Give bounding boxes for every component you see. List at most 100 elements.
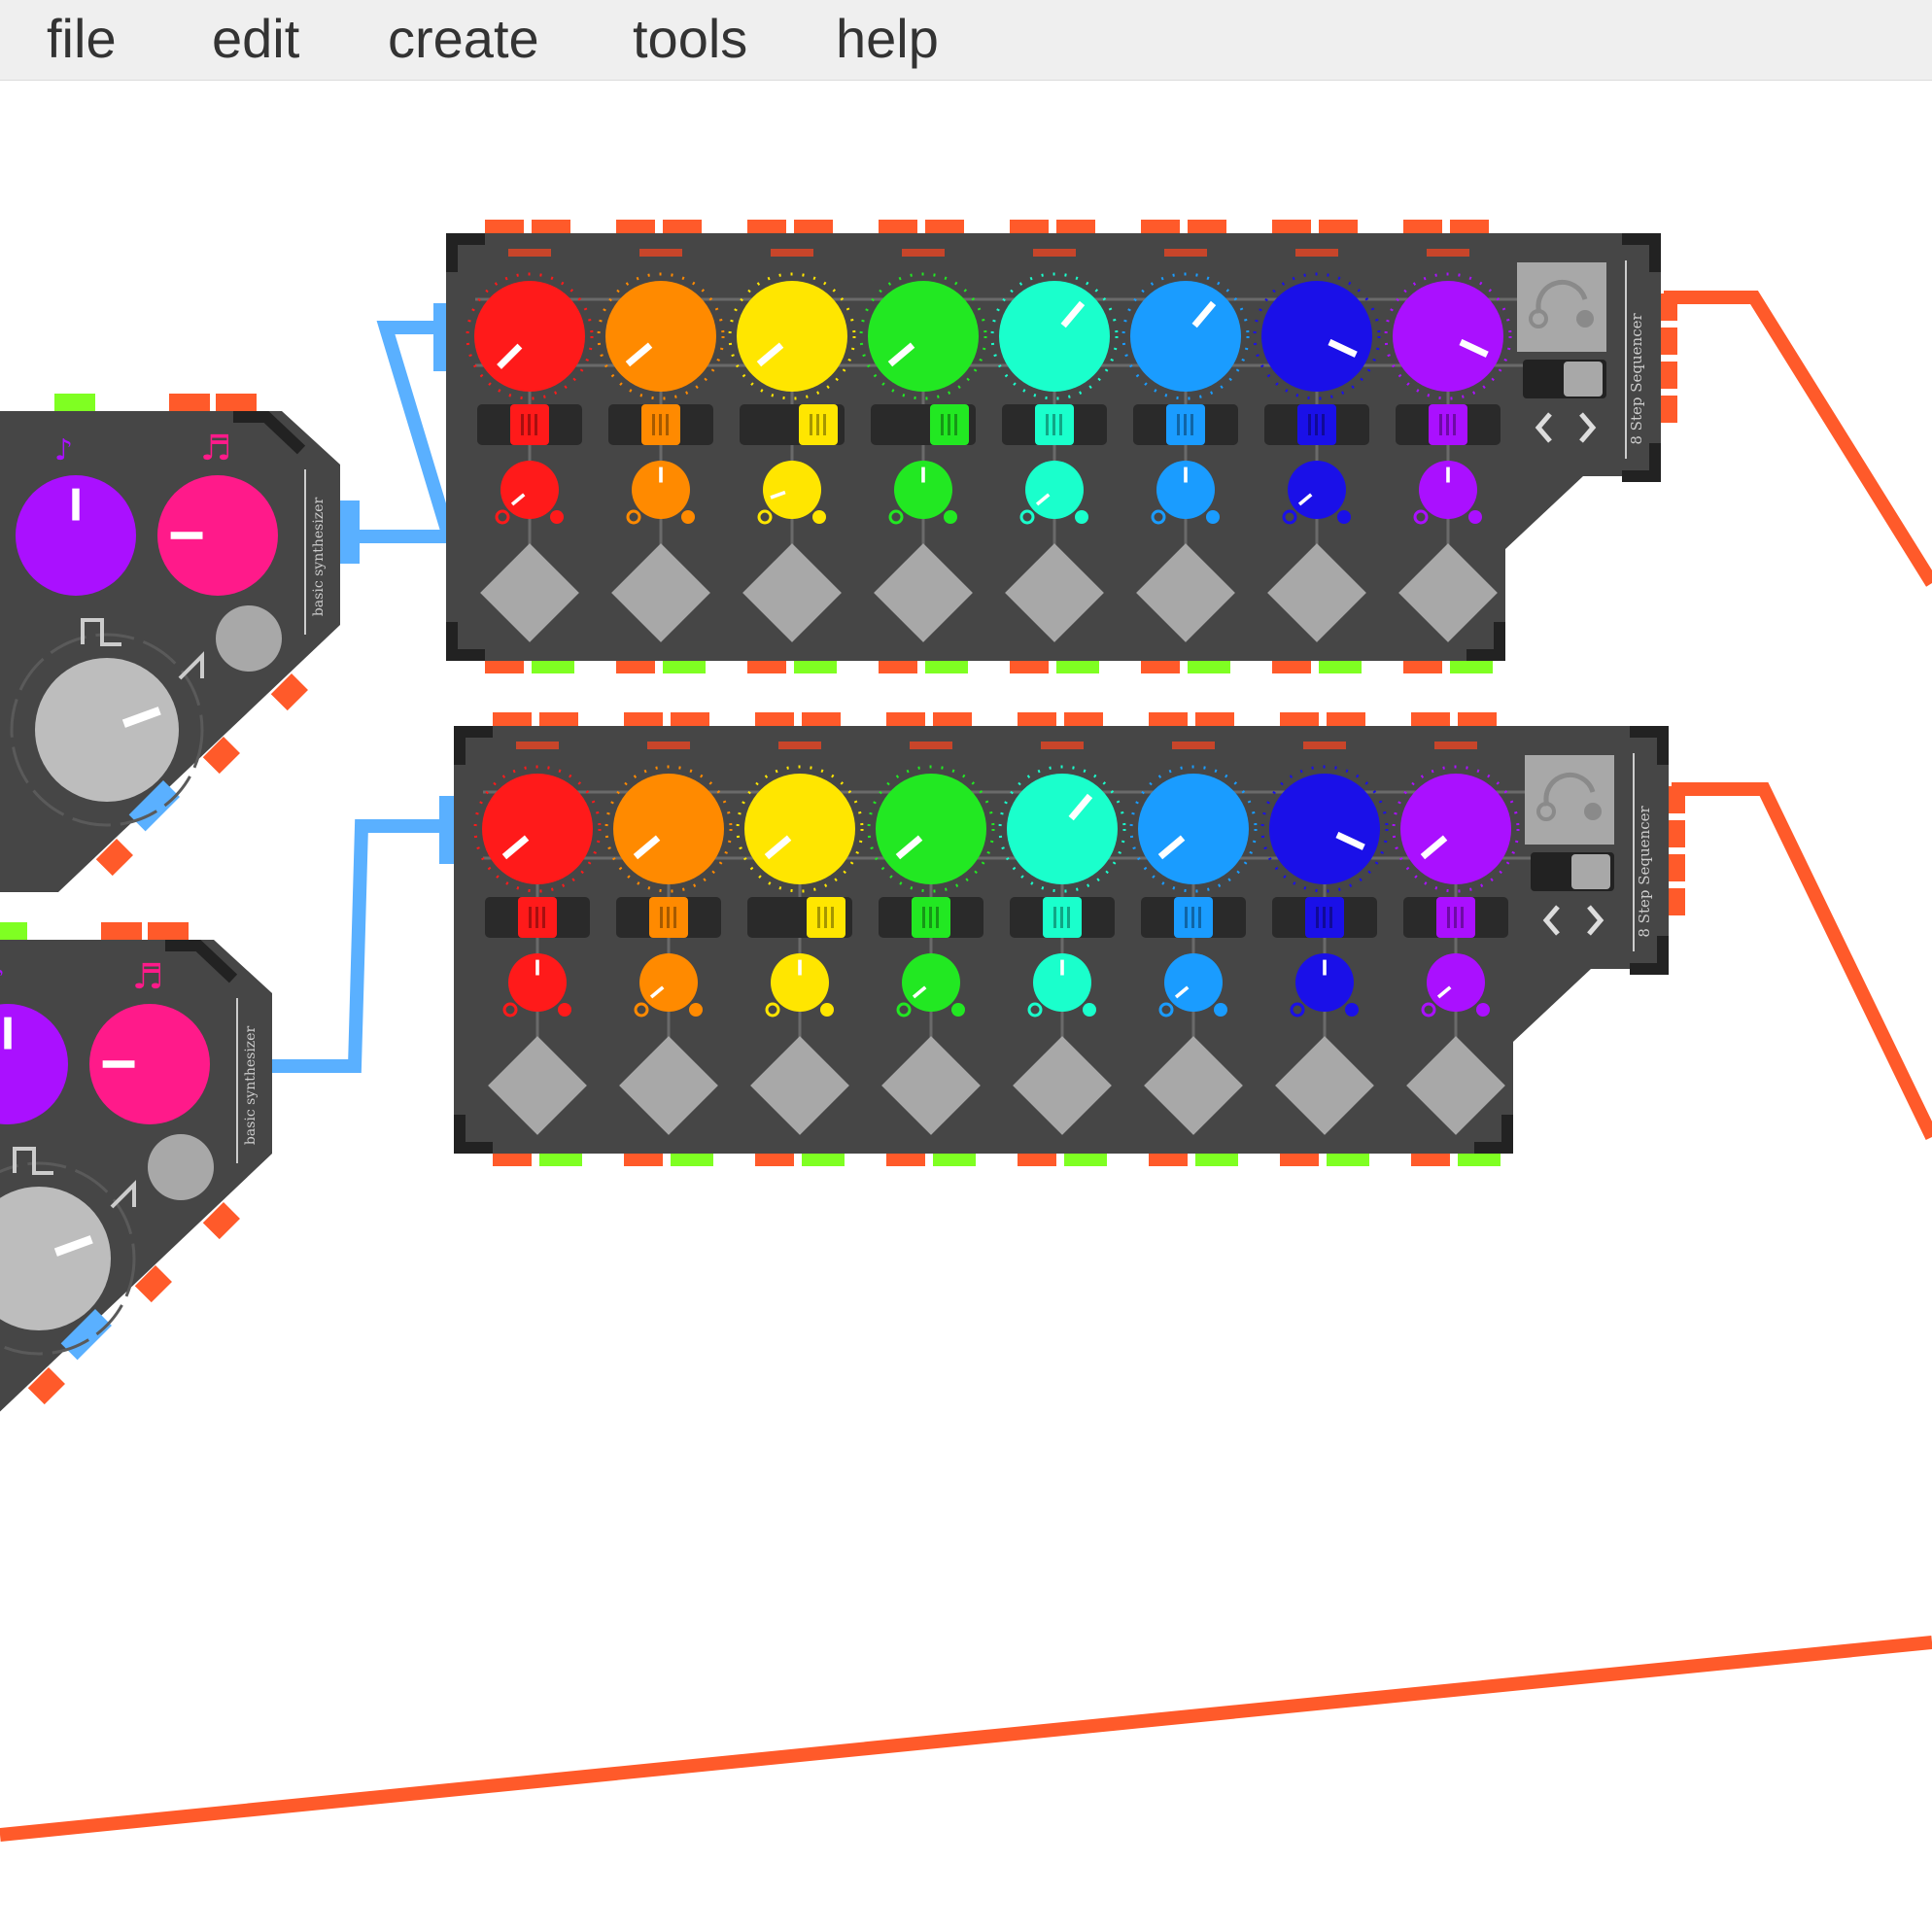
pitch-knob[interactable] — [1393, 281, 1503, 392]
cable-synth2-to-seq2[interactable] — [255, 819, 462, 1073]
step-fader-handle[interactable] — [1429, 404, 1467, 445]
synth-module[interactable]: ♪ ♬ basic synthesizer — [0, 922, 272, 1421]
gate-knob[interactable] — [763, 461, 821, 519]
gate-knob[interactable] — [1033, 953, 1091, 1012]
menu-file[interactable]: file — [47, 8, 117, 70]
fader-grip — [528, 414, 531, 435]
sequencer-title: 8 Step Sequencer — [1628, 313, 1645, 445]
fader-grip — [1308, 414, 1311, 435]
step-led — [1164, 249, 1207, 257]
fader-grip — [1067, 907, 1070, 928]
step-fader-handle[interactable] — [1305, 897, 1344, 938]
menu-help[interactable]: help — [836, 8, 939, 70]
menu-edit[interactable]: edit — [212, 8, 299, 70]
step-fader-handle[interactable] — [1035, 404, 1074, 445]
direction-switch-handle[interactable] — [1564, 362, 1603, 397]
gate-knob[interactable] — [1025, 461, 1084, 519]
gate-knob[interactable] — [1288, 461, 1346, 519]
pitch-knob[interactable] — [1138, 774, 1249, 884]
step-fader-handle[interactable] — [912, 897, 950, 938]
gate-knob[interactable] — [632, 461, 690, 519]
sequencer-module[interactable]: 8 Step Sequencer — [446, 220, 1677, 673]
pitch-knob-body — [1400, 774, 1511, 884]
loop-end-dot — [1576, 310, 1594, 328]
fader-grip — [1315, 414, 1318, 435]
pitch-knob[interactable] — [868, 281, 979, 392]
step-led — [1434, 742, 1477, 749]
gate-knob[interactable] — [1295, 953, 1354, 1012]
step-fader-handle[interactable] — [649, 897, 688, 938]
step-fader-handle[interactable] — [641, 404, 680, 445]
step-fader-handle[interactable] — [807, 897, 845, 938]
pitch-knob[interactable] — [999, 281, 1110, 392]
loop-icon-box — [1525, 755, 1614, 845]
step-fader-handle[interactable] — [1043, 897, 1082, 938]
note-icon: ♪ — [0, 962, 5, 996]
filter-knob[interactable] — [157, 475, 278, 596]
pitch-knob[interactable] — [1269, 774, 1380, 884]
loop-icon[interactable] — [1525, 755, 1614, 845]
pitch-knob[interactable] — [605, 281, 716, 392]
gate-knob[interactable] — [500, 461, 559, 519]
gate-knob[interactable] — [1427, 953, 1485, 1012]
filter-knob[interactable] — [89, 1004, 210, 1124]
step-fader-handle[interactable] — [1297, 404, 1336, 445]
gate-knob[interactable] — [1419, 461, 1477, 519]
fader-grip — [521, 414, 524, 435]
pitch-knob[interactable] — [1261, 281, 1372, 392]
step-led — [647, 742, 690, 749]
loop-end-dot — [1584, 803, 1602, 820]
fader-grip — [660, 907, 663, 928]
fader-grip — [929, 907, 932, 928]
cable-seq1-out[interactable] — [1664, 291, 1932, 587]
gate-knob[interactable] — [902, 953, 960, 1012]
step-fader-handle[interactable] — [518, 897, 557, 938]
pitch-knob[interactable] — [737, 281, 847, 392]
step-fader-handle[interactable] — [1174, 897, 1213, 938]
fader-grip — [1329, 907, 1332, 928]
cable-seq2-out[interactable] — [1672, 782, 1932, 1141]
synth-module[interactable]: ♪ ♬ basic synthesizer — [0, 394, 340, 892]
fader-grip — [535, 414, 537, 435]
fader-grip — [1052, 414, 1055, 435]
gate-knob[interactable] — [639, 953, 698, 1012]
patch-canvas[interactable]: ♪ ♬ basic synthesizer ♪ ♬ basic synthesizer 8… — [0, 80, 1932, 1932]
gate-knob[interactable] — [1156, 461, 1215, 519]
pitch-knob[interactable] — [482, 774, 593, 884]
gate-max-marker — [1345, 1003, 1359, 1017]
synth-modules: ♪ ♬ basic synthesizer ♪ ♬ basic synthesizer — [0, 394, 340, 1421]
sequencer-module[interactable]: 8 Step Sequencer — [454, 712, 1685, 1166]
direction-switch-handle[interactable] — [1571, 854, 1610, 889]
pitch-knob[interactable] — [876, 774, 986, 884]
step-fader-handle[interactable] — [799, 404, 838, 445]
fader-grip — [1453, 414, 1456, 435]
trigger-button[interactable] — [148, 1134, 214, 1200]
pitch-knob[interactable] — [1400, 774, 1511, 884]
gate-knob[interactable] — [771, 953, 829, 1012]
pitch-knob[interactable] — [474, 281, 585, 392]
loop-icon[interactable] — [1517, 262, 1606, 352]
pitch-knob[interactable] — [613, 774, 724, 884]
loop-icon-box — [1517, 262, 1606, 352]
menu-tools[interactable]: tools — [633, 8, 747, 70]
gate-knob[interactable] — [508, 953, 567, 1012]
waveform-knob[interactable] — [35, 658, 179, 802]
trigger-button[interactable] — [216, 605, 282, 672]
cable-jack — [340, 500, 360, 564]
osc-pitch-knob[interactable] — [16, 475, 136, 596]
gate-max-marker — [1206, 510, 1220, 524]
gate-knob[interactable] — [894, 461, 952, 519]
gate-knob-body — [902, 953, 960, 1012]
gate-knob[interactable] — [1164, 953, 1223, 1012]
step-fader-handle[interactable] — [510, 404, 549, 445]
step-fader-handle[interactable] — [1166, 404, 1205, 445]
pitch-knob[interactable] — [744, 774, 855, 884]
step-fader-handle[interactable] — [1436, 897, 1475, 938]
pitch-knob[interactable] — [1007, 774, 1118, 884]
step-fader-handle[interactable] — [930, 404, 969, 445]
pitch-knob-body — [482, 774, 593, 884]
menu-create[interactable]: create — [388, 8, 539, 70]
fader-grip — [1190, 414, 1193, 435]
cable-long[interactable] — [0, 1636, 1932, 1842]
pitch-knob[interactable] — [1130, 281, 1241, 392]
